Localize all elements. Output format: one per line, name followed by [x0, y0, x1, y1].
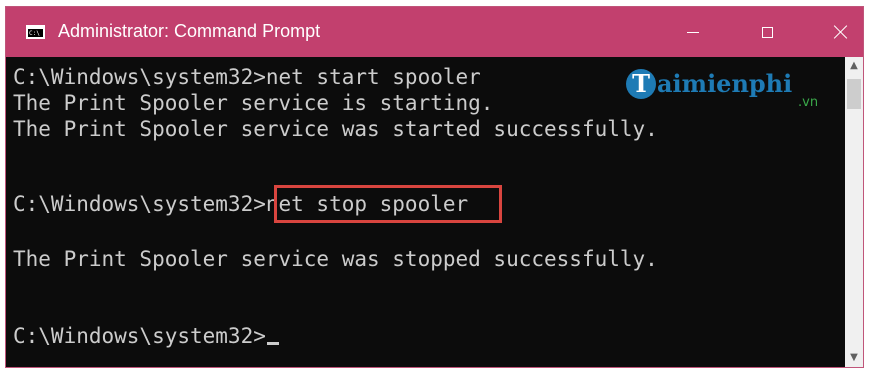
- console-prompt: C:\Windows\system32>: [13, 324, 266, 348]
- watermark: T aimienphi .vn: [626, 69, 818, 110]
- maximize-icon: [761, 26, 773, 38]
- console-line: The Print Spooler service was started su…: [13, 117, 658, 141]
- watermark-logo-icon: T: [626, 69, 656, 99]
- console-line: C:\Windows\system32>net start spooler: [13, 65, 481, 89]
- command-prompt-window: C:\ Administrator: Command Prompt C:\Win…: [5, 6, 864, 368]
- maximize-button[interactable]: [744, 7, 790, 57]
- cmd-icon-text: C:\: [28, 29, 43, 37]
- title-bar[interactable]: C:\ Administrator: Command Prompt: [6, 7, 863, 57]
- vertical-scrollbar[interactable]: ▲ ▼: [845, 57, 863, 367]
- chevron-down-icon[interactable]: ▼: [845, 349, 863, 367]
- minimize-button[interactable]: [670, 7, 716, 57]
- cmd-icon[interactable]: C:\: [26, 25, 45, 39]
- close-icon: [833, 24, 849, 40]
- watermark-suffix: .vn: [798, 95, 819, 110]
- highlighted-command-box: [274, 185, 502, 223]
- watermark-text: aimienphi: [657, 69, 793, 98]
- chevron-up-icon[interactable]: ▲: [845, 57, 863, 75]
- window-title: Administrator: Command Prompt: [58, 21, 321, 41]
- console-output[interactable]: C:\Windows\system32>net start spooler Th…: [6, 57, 845, 367]
- scrollbar-thumb[interactable]: [847, 79, 861, 109]
- close-button[interactable]: [818, 7, 863, 57]
- console-line: The Print Spooler service was stopped su…: [13, 247, 658, 271]
- console-line: The Print Spooler service is starting.: [13, 91, 494, 115]
- text-cursor: [266, 342, 279, 345]
- minimize-icon: [687, 31, 699, 33]
- console-prompt-line[interactable]: C:\Windows\system32>: [13, 323, 279, 349]
